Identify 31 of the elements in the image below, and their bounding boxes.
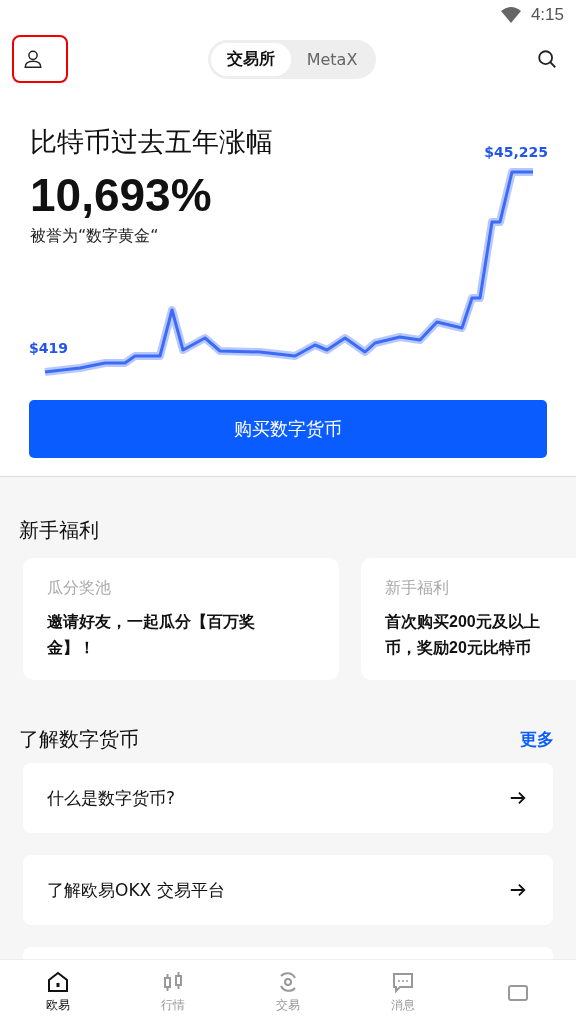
wifi-icon [500, 7, 521, 23]
user-icon [22, 48, 44, 70]
nav-tab[interactable]: 欧易 [17, 969, 98, 1015]
search-icon[interactable] [536, 48, 558, 70]
card-text: 首次购买200元及以上 币，奖励20元比特币 [385, 612, 540, 658]
status-time: 4:15 [530, 5, 564, 25]
hero-title: 比特币过去五年涨幅 [30, 125, 273, 159]
segment-tab[interactable]: MetaX [290, 42, 374, 76]
chat-icon [391, 970, 416, 994]
chart-high-label: $45,225 [484, 144, 548, 160]
chart-low-label: $419 [29, 340, 68, 356]
profile-button[interactable] [12, 35, 68, 83]
growth-value: 10,693% [30, 168, 213, 222]
hero-subtitle: 被誉为“数字黄金“ [30, 226, 160, 247]
card-tag: 瓜分奖池 [47, 578, 315, 599]
arrow-right-icon [509, 881, 527, 899]
learn-item[interactable]: 了解欧易OKX 交易平台 [23, 855, 553, 925]
learn-item[interactable]: 什么是数字货币? [23, 763, 553, 833]
more-link[interactable]: 更多 [520, 728, 554, 751]
home-icon [45, 970, 70, 994]
arrow-right-icon [509, 789, 527, 807]
section-title: 了解数字货币 [19, 726, 139, 753]
promo-card[interactable]: 瓜分奖池 邀请好友，一起瓜分【百万奖 金】！ [23, 558, 339, 680]
item-text: 了解欧易OKX 交易平台 [47, 878, 225, 902]
buy-button[interactable]: 购买数字货币 [29, 400, 547, 458]
card-tag: 新手福利 [385, 578, 576, 599]
section-title: 新手福利 [19, 517, 100, 544]
promo-card[interactable]: 新手福利 首次购买200元及以上 币，奖励20元比特币 [361, 558, 576, 680]
card-text: 邀请好友，一起瓜分【百万奖 金】！ [47, 612, 255, 658]
item-text: 什么是数字货币? [47, 786, 176, 810]
segment-tab[interactable]: 交易所 [210, 42, 291, 76]
